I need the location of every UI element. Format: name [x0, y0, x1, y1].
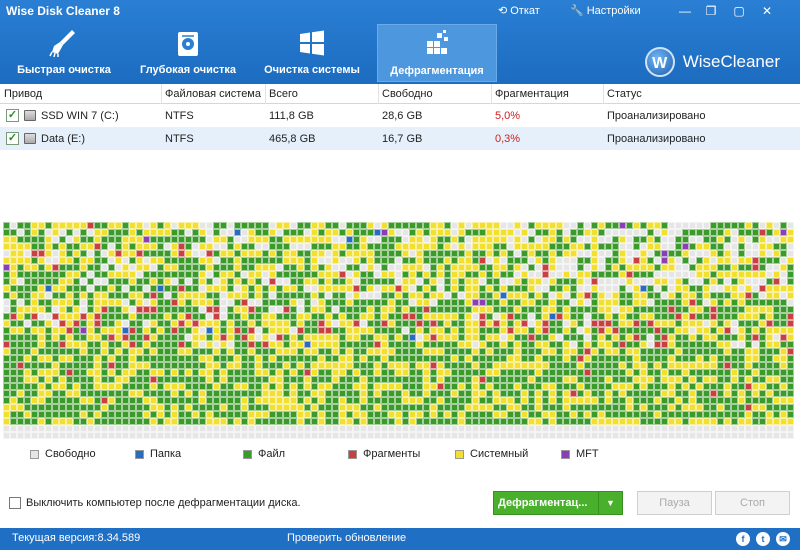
minimize-button[interactable]: — — [674, 2, 696, 20]
chevron-down-icon[interactable]: ▼ — [598, 492, 622, 514]
drive-status: Проанализировано — [607, 110, 706, 122]
broom-icon — [49, 30, 75, 58]
disk-cluster-map — [3, 222, 797, 442]
app-header: Wise Disk Cleaner 8 ⟲ Откат 🔧 Настройки … — [0, 0, 800, 84]
legend-swatch-mft — [561, 449, 570, 459]
drive-frag: 0,3% — [495, 133, 521, 145]
tab-label: Глубокая очистка — [140, 64, 236, 76]
app-title: Wise Disk Cleaner 8 — [6, 4, 120, 18]
col-status[interactable]: Статус — [607, 88, 642, 100]
legend-item: Системный — [455, 448, 528, 460]
rollback-link[interactable]: ⟲ Откат — [498, 4, 540, 18]
col-total[interactable]: Всего — [269, 88, 298, 100]
twitter-icon[interactable]: t — [756, 532, 770, 546]
tab-label: Быстрая очистка — [17, 64, 111, 76]
brand: W WiseCleaner — [644, 47, 780, 77]
maximize-button[interactable]: ▢ — [728, 2, 750, 20]
tab-label: Очистка системы — [264, 64, 360, 76]
table-row[interactable]: ✓ Data (E:) NTFS 465,8 GB 16,7 GB 0,3% П… — [0, 127, 800, 150]
drive-total: 465,8 GB — [269, 133, 316, 145]
legend-item: Свободно — [30, 448, 96, 460]
table-row[interactable]: ✓ SSD WIN 7 (C:) NTFS 111,8 GB 28,6 GB 5… — [0, 104, 800, 127]
drive-checkbox[interactable]: ✓ — [6, 109, 19, 122]
drive-name: Data (E:) — [41, 133, 86, 145]
drive-name: SSD WIN 7 (C:) — [41, 110, 119, 122]
wrench-icon: 🔧 — [570, 5, 584, 17]
drive-frag: 5,0% — [495, 110, 521, 122]
table-header: Привод Файловая система Всего Свободно Ф… — [0, 84, 800, 104]
legend-item: Папка — [135, 448, 181, 460]
drive-status: Проанализировано — [607, 133, 706, 145]
drive-fs: NTFS — [165, 110, 194, 122]
title-bar: Wise Disk Cleaner 8 ⟲ Откат 🔧 Настройки … — [0, 0, 800, 22]
shutdown-option[interactable]: Выключить компьютер после дефрагментации… — [9, 497, 301, 509]
legend-item: Фрагменты — [348, 448, 420, 460]
map-legend: Свободно Папка Файл Фрагменты Системный … — [30, 448, 780, 462]
drive-fs: NTFS — [165, 133, 194, 145]
settings-link[interactable]: 🔧 Настройки — [570, 4, 641, 18]
drive-free: 28,6 GB — [382, 110, 423, 122]
shutdown-label: Выключить компьютер после дефрагментации… — [26, 497, 301, 509]
tab-system-clean[interactable]: Очистка системы — [248, 24, 376, 82]
hard-drive-icon — [24, 133, 36, 144]
legend-swatch-file — [243, 449, 252, 459]
wisecleaner-logo: W — [644, 47, 675, 77]
drive-total: 111,8 GB — [269, 110, 314, 122]
shutdown-checkbox[interactable] — [9, 497, 21, 509]
facebook-icon[interactable]: f — [736, 532, 750, 546]
col-free[interactable]: Свободно — [382, 88, 433, 100]
legend-item: MFT — [561, 448, 599, 460]
tab-defrag[interactable]: Дефрагментация — [377, 24, 497, 82]
drive-checkbox[interactable]: ✓ — [6, 132, 19, 145]
version-text: Текущая версия:8.34.589 — [12, 532, 141, 544]
defrag-button[interactable]: Дефрагментац... ▼ — [493, 491, 623, 515]
email-icon[interactable]: ✉ — [776, 532, 790, 546]
col-drive[interactable]: Привод — [4, 88, 42, 100]
drive-table: Привод Файловая система Всего Свободно Ф… — [0, 84, 800, 150]
windows-icon — [300, 30, 324, 56]
tab-deep-clean[interactable]: Глубокая очистка — [128, 24, 248, 82]
status-bar: Текущая версия:8.34.589 Проверить обновл… — [0, 528, 800, 550]
stop-button[interactable]: Стоп — [715, 491, 790, 515]
legend-swatch-fragments — [348, 449, 357, 459]
legend-item: Файл — [243, 448, 285, 460]
close-button[interactable]: ✕ — [756, 2, 778, 20]
legend-swatch-free — [30, 449, 39, 459]
restore-button[interactable]: ❐ — [700, 2, 722, 20]
drive-free: 16,7 GB — [382, 133, 423, 145]
legend-swatch-system — [455, 449, 464, 459]
tab-quick-clean[interactable]: Быстрая очистка — [0, 24, 128, 82]
legend-swatch-folder — [135, 449, 144, 459]
tab-label: Дефрагментация — [390, 65, 484, 77]
undo-icon: ⟲ — [498, 5, 508, 17]
defrag-icon — [427, 30, 448, 54]
hard-drive-icon — [24, 110, 36, 121]
col-fs[interactable]: Файловая система — [165, 88, 261, 100]
brand-name: WiseCleaner — [682, 52, 780, 71]
deep-clean-icon — [178, 32, 198, 56]
pause-button[interactable]: Пауза — [637, 491, 712, 515]
defrag-button-label: Дефрагментац... — [498, 497, 588, 509]
check-update-link[interactable]: Проверить обновление — [287, 532, 406, 544]
col-frag[interactable]: Фрагментация — [495, 88, 569, 100]
